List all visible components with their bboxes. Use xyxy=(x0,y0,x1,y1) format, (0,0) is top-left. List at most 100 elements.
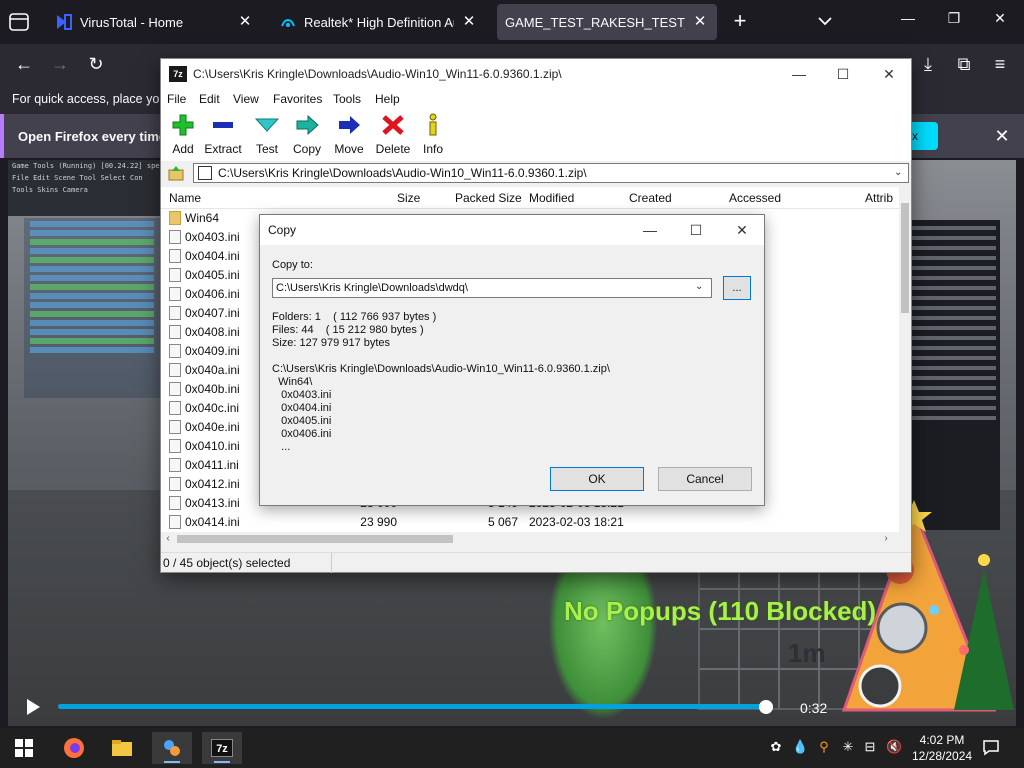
7zip-app-icon: 7z xyxy=(169,66,187,82)
chevron-down-icon[interactable]: ⌄ xyxy=(695,281,707,295)
maximize-icon[interactable]: ☐ xyxy=(829,63,857,85)
status-bar: 0 / 45 object(s) selected xyxy=(161,552,911,573)
file-icon xyxy=(169,268,181,282)
menu-edit[interactable]: Edit xyxy=(199,92,220,106)
file-icon xyxy=(169,363,181,377)
forward-arrow-icon[interactable]: → xyxy=(48,52,72,76)
app-icon xyxy=(164,740,180,756)
toolbar-label: Test xyxy=(255,142,278,156)
column-attrib[interactable]: Attrib xyxy=(865,191,893,205)
notice-close-icon[interactable]: ✕ xyxy=(992,126,1012,146)
menu-icon[interactable]: ≡ xyxy=(988,52,1012,76)
extensions-icon[interactable]: ⧉ xyxy=(952,52,976,76)
tab-realtek[interactable]: Realtek* High Definition Audio ✕ xyxy=(272,4,486,40)
extract-button[interactable]: Extract xyxy=(201,113,245,159)
tray-drop-icon[interactable]: 💧 xyxy=(792,738,808,756)
menu-view[interactable]: View xyxy=(233,92,259,106)
tab-title: VirusTotal - Home xyxy=(80,14,184,30)
folder-up-icon[interactable] xyxy=(167,164,185,182)
new-tab-icon[interactable]: + xyxy=(728,10,752,34)
address-field[interactable]: C:\Users\Kris Kringle\Downloads\Audio-Wi… xyxy=(193,163,909,183)
copy-button[interactable]: Copy xyxy=(285,113,329,159)
start-button[interactable] xyxy=(4,732,44,764)
7zip-icon: 7z xyxy=(211,739,233,757)
tab-list-icon[interactable] xyxy=(6,10,32,34)
taskbar-file-explorer[interactable] xyxy=(102,732,142,764)
menu-favorites[interactable]: Favorites xyxy=(273,92,322,106)
vertical-scrollbar[interactable] xyxy=(899,187,911,532)
menu-help[interactable]: Help xyxy=(375,92,400,106)
network-icon[interactable]: ⊟ xyxy=(862,738,878,756)
source-item: Win64\ xyxy=(272,376,313,388)
file-name: 0x0411.ini xyxy=(185,458,239,472)
file-icon xyxy=(169,325,181,339)
column-name[interactable]: Name xyxy=(169,191,201,205)
source-item: ... xyxy=(272,441,291,453)
menu-file[interactable]: File xyxy=(167,92,186,106)
destination-path: C:\Users\Kris Kringle\Downloads\dwdq\ xyxy=(276,282,468,294)
add-button[interactable]: Add xyxy=(161,113,205,159)
test-button[interactable]: Test xyxy=(245,113,289,159)
notification-icon[interactable] xyxy=(982,738,1000,756)
minimize-icon[interactable]: — xyxy=(785,63,813,85)
file-name: 0x040c.ini xyxy=(185,401,240,415)
tray-search-icon[interactable]: ⚲ xyxy=(816,738,832,756)
close-icon[interactable]: ✕ xyxy=(990,10,1010,32)
move-button[interactable]: Move xyxy=(327,113,371,159)
column-modified[interactable]: Modified xyxy=(529,191,574,205)
horizontal-scrollbar[interactable]: ‹ › xyxy=(161,532,899,546)
menu-tools[interactable]: Tools xyxy=(333,92,361,106)
taskbar-7zip[interactable]: 7z xyxy=(202,732,242,764)
volume-muted-icon[interactable]: 🔇 xyxy=(886,738,902,756)
browse-button[interactable]: ... xyxy=(723,276,751,300)
tab-virustotal[interactable]: VirusTotal - Home ✕ xyxy=(48,4,262,40)
scroll-left-icon[interactable]: ‹ xyxy=(161,532,175,546)
file-icon xyxy=(169,515,181,529)
play-icon[interactable] xyxy=(24,698,42,716)
restore-icon[interactable]: ❐ xyxy=(944,10,964,32)
back-arrow-icon[interactable]: ← xyxy=(12,52,36,76)
minimize-icon[interactable]: — xyxy=(898,10,918,32)
close-icon[interactable]: ✕ xyxy=(875,63,903,85)
table-row[interactable]: 0x0414.ini 23 990 5 067 2023-02-03 18:21 xyxy=(161,513,899,532)
move-arrow-icon xyxy=(339,116,360,134)
copy-to-label: Copy to: xyxy=(272,259,313,271)
reload-icon[interactable]: ↻ xyxy=(84,52,108,76)
tab-close-icon[interactable]: ✕ xyxy=(691,13,709,31)
toolbar-label: Add xyxy=(172,142,194,156)
column-accessed[interactable]: Accessed xyxy=(729,191,781,205)
destination-combobox[interactable]: C:\Users\Kris Kringle\Downloads\dwdq\ ⌄ xyxy=(272,278,712,298)
scroll-right-icon[interactable]: › xyxy=(879,532,893,546)
file-name: 0x040e.ini xyxy=(185,420,240,434)
tab-close-icon[interactable]: ✕ xyxy=(236,13,254,31)
tray-app-icon[interactable]: ✿ xyxy=(768,738,784,756)
chevron-down-icon[interactable] xyxy=(816,12,834,30)
info-button[interactable]: Info xyxy=(411,113,455,159)
tab-title: GAME_TEST_RAKESH_TEST_AMERI xyxy=(505,14,685,30)
ok-button[interactable]: OK xyxy=(550,467,644,491)
taskbar-firefox[interactable] xyxy=(54,732,94,764)
delete-button[interactable]: Delete xyxy=(371,113,415,159)
dialog-title-bar: Copy — ☐ ✕ xyxy=(260,215,764,245)
tab-game-test[interactable]: GAME_TEST_RAKESH_TEST_AMERI ✕ xyxy=(497,4,717,40)
column-created[interactable]: Created xyxy=(629,191,672,205)
tab-close-icon[interactable]: ✕ xyxy=(460,13,478,31)
downloads-icon[interactable]: ⤓ xyxy=(916,52,940,76)
file-icon xyxy=(169,249,181,263)
chevron-down-icon[interactable]: ⌄ xyxy=(894,167,904,178)
close-icon[interactable]: ✕ xyxy=(728,219,756,241)
video-progress-bar[interactable] xyxy=(58,704,766,709)
taskbar-app[interactable] xyxy=(152,732,192,764)
file-name: 0x0407.ini xyxy=(185,306,240,320)
column-size[interactable]: Size xyxy=(397,191,420,205)
column-packed-size[interactable]: Packed Size xyxy=(455,191,522,205)
tray-tool-icon[interactable]: ✳ xyxy=(840,738,856,756)
game-editor-toolbar: Game Tools (Running) [00.24.22] speed Fi… xyxy=(8,160,168,216)
taskbar-clock[interactable]: 4:02 PM 12/28/2024 xyxy=(912,732,972,764)
cancel-button[interactable]: Cancel xyxy=(658,467,752,491)
video-progress-handle[interactable] xyxy=(759,700,773,714)
maximize-icon[interactable]: ☐ xyxy=(682,219,710,241)
file-name: 0x0414.ini xyxy=(185,515,240,529)
file-name: 0x040b.ini xyxy=(185,382,240,396)
minimize-icon[interactable]: — xyxy=(636,219,664,241)
